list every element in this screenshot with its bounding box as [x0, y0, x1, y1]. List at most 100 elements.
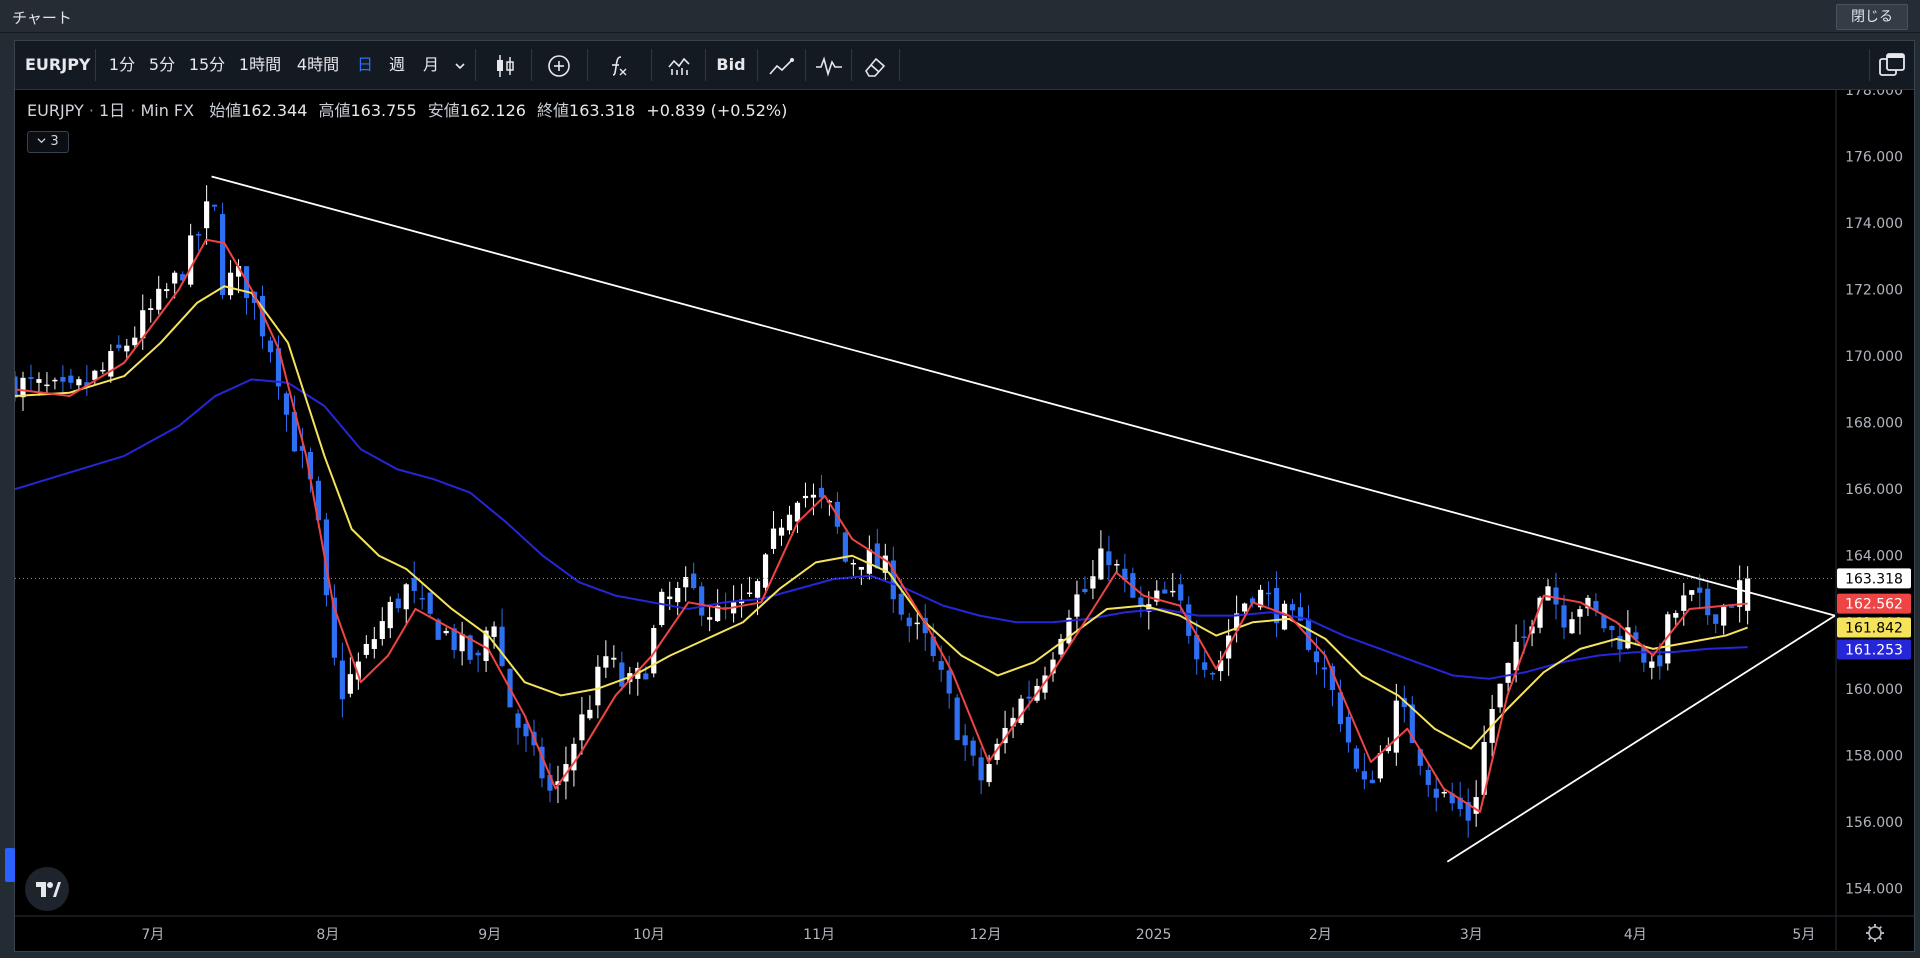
- price-chart[interactable]: 178.000 176.000 174.000 172.000 170.000 168.0…: [15, 90, 1914, 950]
- x-tick-label: 11月: [803, 927, 835, 943]
- candle-body: [1026, 696, 1032, 699]
- high-label: 高値: [318, 101, 351, 120]
- y-tick-label: 176.000: [1845, 150, 1903, 166]
- ohlc-legend: EURJPY · 1日 · Min FX 始値162.344 高値163.755…: [27, 101, 788, 120]
- candle-body: [212, 204, 218, 207]
- candle-body: [643, 673, 649, 680]
- pattern-icon[interactable]: [809, 41, 849, 89]
- x-tick-label: 12月: [970, 927, 1002, 943]
- x-tick-label: 5月: [1792, 927, 1815, 943]
- candle-body: [1553, 587, 1559, 605]
- candle-body: [850, 562, 856, 565]
- candle-body: [1289, 604, 1296, 611]
- candle-body: [1273, 588, 1280, 624]
- candle-body: [1681, 595, 1687, 611]
- candle-body: [1178, 584, 1184, 601]
- eraser-icon[interactable]: [855, 41, 895, 89]
- candle-body: [36, 379, 42, 383]
- candle-body: [914, 622, 920, 625]
- interval-5m[interactable]: 5分: [145, 41, 179, 89]
- candle-body: [1106, 551, 1112, 566]
- indicator-templates-icon[interactable]: [657, 41, 701, 89]
- indicators-icon[interactable]: [595, 41, 639, 89]
- candle-body: [1561, 605, 1567, 628]
- candle-body: [28, 377, 34, 379]
- candle-body: [267, 340, 274, 353]
- chevron-down-icon[interactable]: [451, 41, 469, 89]
- candle-body: [339, 660, 345, 700]
- toolbar-divider: [899, 49, 900, 81]
- layout-windows-icon[interactable]: [1873, 41, 1911, 89]
- candle-body: [1265, 592, 1272, 595]
- sidebar-toggle-handle[interactable]: [5, 848, 15, 882]
- toolbar-divider: [705, 49, 706, 81]
- toolbar-divider: [95, 49, 96, 81]
- candle-body: [786, 514, 793, 531]
- candle-body: [794, 502, 801, 522]
- candle-body: [906, 617, 912, 627]
- y-tick-label: 174.000: [1845, 216, 1903, 232]
- candle-body: [427, 592, 433, 614]
- candle-body: [164, 289, 170, 292]
- toolbar-divider: [651, 49, 652, 81]
- close-button[interactable]: 閉じる: [1836, 4, 1908, 30]
- x-tick-label: 2025: [1136, 927, 1172, 943]
- candle-body: [1617, 635, 1623, 650]
- candle-body: [387, 601, 393, 629]
- candle-body: [1210, 673, 1216, 675]
- interval-4h[interactable]: 4時間: [292, 41, 344, 89]
- tradingview-logo-icon: [36, 882, 61, 897]
- candle-body: [363, 643, 369, 655]
- candle-body: [954, 697, 960, 741]
- close-value: 163.318: [569, 101, 636, 120]
- interval-1m[interactable]: 1分: [105, 41, 139, 89]
- toolbar-divider: [805, 49, 806, 81]
- interval-1h[interactable]: 1時間: [235, 41, 285, 89]
- symbol-search-button[interactable]: EURJPY: [25, 41, 91, 89]
- open-value: 162.344: [241, 101, 308, 120]
- x-tick-label: 8月: [316, 927, 339, 943]
- interval-15m[interactable]: 15分: [186, 41, 228, 89]
- candle-body: [371, 639, 377, 649]
- interval-1d[interactable]: 日: [353, 41, 377, 89]
- candle-body: [778, 527, 785, 536]
- candle-body: [20, 377, 26, 398]
- candle-body: [762, 554, 769, 588]
- candle-body: [938, 661, 944, 670]
- candle-body: [172, 272, 178, 284]
- bid-button[interactable]: Bid: [711, 41, 751, 89]
- candle-body: [475, 652, 481, 656]
- toolbar-divider: [475, 49, 476, 81]
- candle-body: [1737, 580, 1743, 607]
- candle-body: [188, 235, 194, 285]
- toolbar-divider: [851, 49, 852, 81]
- candle-body: [1098, 548, 1104, 580]
- tradingview-logo[interactable]: [25, 867, 69, 911]
- y-tick-label: 158.000: [1845, 748, 1903, 764]
- candle-body: [204, 201, 210, 229]
- candle-body: [1657, 655, 1663, 667]
- y-tick-label: 156.000: [1845, 815, 1903, 831]
- candle-body: [1729, 606, 1735, 608]
- interval-1mo[interactable]: 月: [419, 41, 443, 89]
- candle-body: [978, 757, 984, 781]
- chevron-down-icon: [37, 138, 46, 144]
- candle-body: [1082, 588, 1088, 593]
- candle-body: [667, 596, 673, 600]
- interval-1w[interactable]: 週: [385, 41, 409, 89]
- candle-body: [1497, 683, 1503, 708]
- candle-body: [1313, 651, 1320, 663]
- candle-body: [68, 375, 74, 383]
- candle-body: [1138, 597, 1144, 605]
- candle-body: [491, 626, 497, 637]
- candle-body: [1545, 586, 1551, 601]
- add-compare-icon[interactable]: [537, 41, 581, 89]
- candle-body: [1393, 700, 1399, 753]
- indicator-collapse-button[interactable]: 3: [27, 131, 69, 153]
- candle-body: [1569, 619, 1575, 634]
- candle-body: [1369, 779, 1375, 784]
- trendline-icon[interactable]: [761, 41, 803, 89]
- candle-style-icon[interactable]: [485, 41, 525, 89]
- candle-body: [818, 487, 825, 498]
- candle-body: [499, 626, 505, 666]
